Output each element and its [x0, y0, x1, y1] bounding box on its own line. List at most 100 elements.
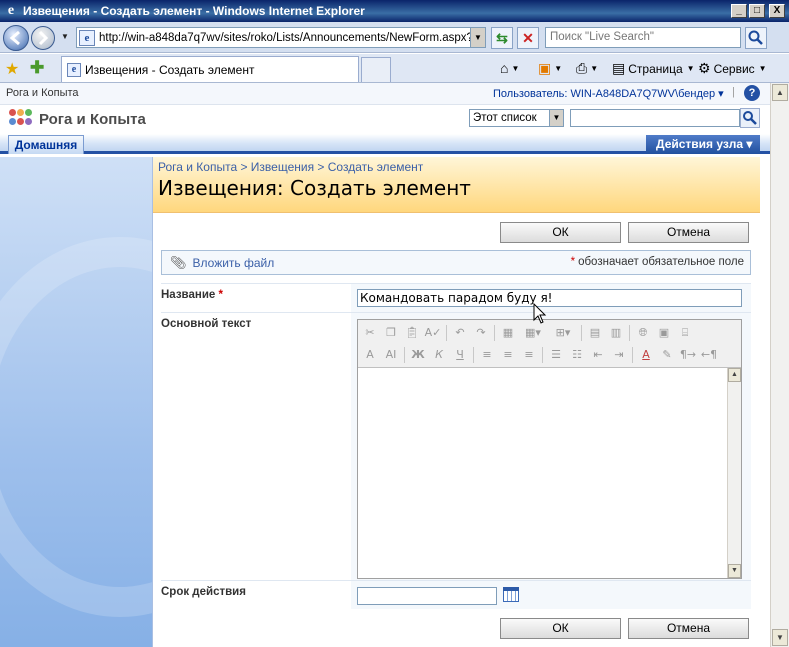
add-favorite-icon[interactable]: ✚ [30, 58, 44, 78]
window-title: Извещения - Создать элемент - Windows In… [23, 4, 365, 18]
history-dropdown-icon[interactable]: ▼ [61, 32, 69, 41]
cut-icon[interactable]: ✂ [361, 324, 379, 342]
forward-button[interactable] [31, 26, 55, 50]
table-icon[interactable]: ▦ [499, 324, 517, 342]
paperclip-icon: 📎︎ [170, 255, 187, 270]
numbered-list-icon[interactable]: ☰ [547, 346, 565, 364]
insert-column-icon[interactable]: ▥ [607, 324, 625, 342]
scroll-down-icon[interactable]: ▼ [772, 629, 788, 646]
url-text[interactable]: http://win-a848da7q7wv/sites/roko/Lists/… [99, 32, 470, 44]
font-icon[interactable]: A [361, 346, 379, 364]
print-button[interactable]: ⎙ ▼ [576, 60, 598, 77]
page-menu[interactable]: ▤ Страница ▼ [612, 60, 695, 77]
tools-menu[interactable]: ⚙ Сервис ▼ [698, 60, 767, 77]
underline-icon[interactable]: Ч [451, 346, 469, 364]
indent-icon[interactable]: ⇥ [610, 346, 628, 364]
arrow-left-icon [9, 30, 20, 46]
user-menu[interactable]: Пользователь: WIN-A848DA7Q7WV\бендер ▾ [493, 87, 724, 100]
maximize-button[interactable]: □ [749, 4, 765, 18]
title-label-text: Название [161, 289, 216, 301]
ltr-icon[interactable]: ¶→ [679, 346, 697, 364]
tab-home[interactable]: Домашняя [8, 135, 84, 154]
search-icon [748, 30, 763, 45]
window-scrollbar[interactable]: ▲ ▼ [770, 83, 789, 647]
title-field-label: Название * [161, 283, 351, 312]
scroll-up-icon[interactable]: ▲ [772, 84, 788, 101]
refresh-button[interactable]: ⇆ [491, 27, 513, 49]
cancel-button-bottom[interactable]: Отмена [628, 618, 749, 639]
align-right-icon[interactable]: ≡ [520, 346, 538, 364]
copy-icon[interactable]: ❐ [382, 324, 400, 342]
page-menu-label: Страница [628, 61, 683, 76]
address-bar[interactable]: e http://win-a848da7q7wv/sites/roko/List… [76, 27, 486, 48]
search-button[interactable] [745, 27, 767, 49]
insert-table-dropdown-icon[interactable]: ▦▾ [520, 324, 546, 342]
html-source-icon[interactable]: ⌸ [676, 324, 694, 342]
expires-date-input[interactable] [357, 587, 497, 605]
outdent-icon[interactable]: ⇤ [589, 346, 607, 364]
minimize-button[interactable]: _ [731, 4, 747, 18]
close-button[interactable]: X [769, 4, 785, 18]
scroll-up-icon[interactable]: ▲ [728, 368, 741, 382]
separator: | [732, 86, 735, 98]
calendar-icon[interactable] [503, 587, 519, 602]
font-size-icon[interactable]: AI [382, 346, 400, 364]
live-search-input[interactable]: Поиск "Live Search" [545, 27, 741, 48]
required-star: * [570, 256, 576, 268]
ok-button-top[interactable]: ОК [500, 222, 621, 243]
rich-text-editor[interactable]: ✂ ❐ 📋︎ A✓ ↶ ↷ ▦ ▦▾ ⊞▾ ▤ ▥ 🌐︎ ▣ ⌸ A AI Ж … [357, 319, 742, 579]
bulleted-list-icon[interactable]: ☷ [568, 346, 586, 364]
ok-button-bottom[interactable]: ОК [500, 618, 621, 639]
ie-logo-icon: e [7, 3, 15, 18]
page-icon: e [79, 29, 95, 46]
feeds-button[interactable]: ▣ ▼ [538, 60, 562, 77]
site-title[interactable]: Рога и Копыта [39, 111, 146, 128]
new-tab-button[interactable] [361, 57, 391, 82]
edit-table-dropdown-icon[interactable]: ⊞▾ [549, 324, 577, 342]
title-input[interactable]: Командовать парадом буду я! [357, 289, 742, 307]
stop-button[interactable]: ✕ [517, 27, 539, 49]
image-icon[interactable]: ▣ [655, 324, 673, 342]
home-button[interactable]: ⌂ ▼ [500, 60, 519, 76]
separator [542, 347, 543, 363]
title-field-cell: Командовать парадом буду я! [351, 283, 751, 312]
separator [404, 347, 405, 363]
back-button[interactable] [3, 25, 29, 51]
site-actions-menu[interactable]: Действия узла ▾ [646, 135, 760, 154]
tab-label: Извещения - Создать элемент [85, 62, 255, 77]
rtl-icon[interactable]: ←¶ [700, 346, 718, 364]
form-toolbar: 📎︎ Вложить файл * обозначает обязательное… [161, 250, 751, 275]
favorites-star-icon[interactable]: ★ [5, 59, 19, 79]
form-row-body: Основной текст ✂ ❐ 📋︎ A✓ ↶ ↷ ▦ ▦▾ ⊞▾ ▤ ▥… [161, 312, 751, 580]
paste-icon[interactable]: 📋︎ [403, 324, 421, 342]
hyperlink-icon[interactable]: 🌐︎ [634, 324, 652, 342]
required-field-note: * обозначает обязательное поле [571, 256, 744, 268]
tab-current[interactable]: e Извещения - Создать элемент [61, 56, 359, 82]
expires-field-cell [351, 580, 751, 609]
align-center-icon[interactable]: ≡ [499, 346, 517, 364]
site-breadcrumb-link[interactable]: Рога и Копыта [6, 87, 79, 99]
breadcrumb[interactable]: Рога и Копыта > Извещения > Создать элем… [158, 160, 423, 174]
address-dropdown-button[interactable]: ▼ [470, 28, 485, 47]
tab-toolbar: ★ ✚ e Извещения - Создать элемент ⌂ ▼ ▣ ▼ … [0, 54, 789, 83]
undo-icon[interactable]: ↶ [451, 324, 469, 342]
cancel-button-top[interactable]: Отмена [628, 222, 749, 243]
site-search-input[interactable] [570, 109, 740, 127]
insert-row-icon[interactable]: ▤ [586, 324, 604, 342]
align-left-icon[interactable]: ≡ [478, 346, 496, 364]
text-color-icon[interactable]: A [637, 346, 655, 364]
separator [581, 325, 582, 341]
editor-scrollbar[interactable]: ▲ ▼ [727, 368, 741, 578]
site-search-button[interactable] [740, 108, 760, 128]
search-scope-select[interactable]: Этот список ▼ [469, 109, 564, 127]
form-row-expires: Срок действия [161, 580, 751, 609]
spellcheck-icon[interactable]: A✓ [424, 324, 442, 342]
italic-icon[interactable]: К [430, 346, 448, 364]
highlight-icon[interactable]: ✎ [658, 346, 676, 364]
scroll-down-icon[interactable]: ▼ [728, 564, 741, 578]
attach-file-link[interactable]: 📎︎ Вложить файл [170, 255, 274, 271]
body-editor-area[interactable] [358, 368, 741, 578]
help-icon[interactable]: ? [744, 85, 760, 101]
bold-icon[interactable]: Ж [409, 346, 427, 364]
redo-icon[interactable]: ↷ [472, 324, 490, 342]
